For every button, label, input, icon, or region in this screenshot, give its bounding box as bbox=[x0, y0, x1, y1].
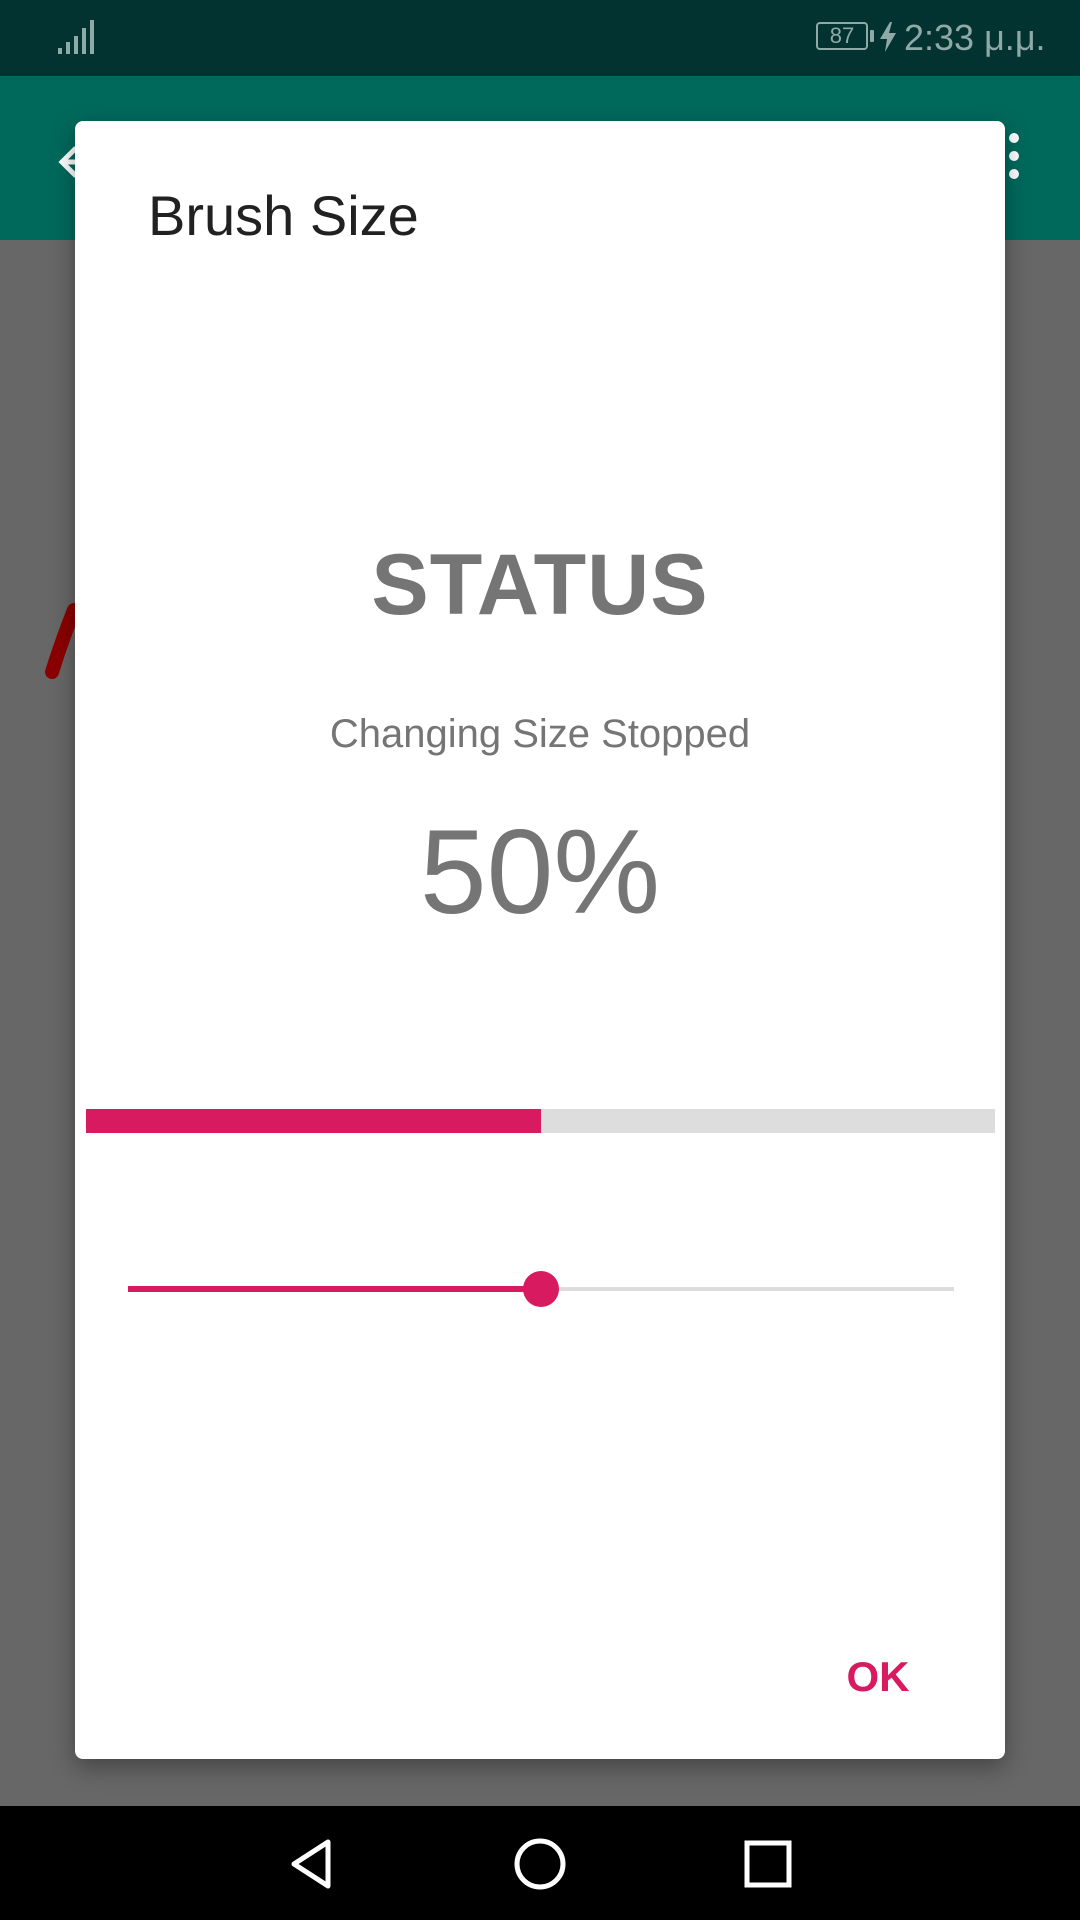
slider-active-track bbox=[128, 1286, 541, 1292]
clock: 2:33 μ.μ. bbox=[904, 17, 1046, 58]
ok-button[interactable]: OK bbox=[808, 1641, 948, 1713]
dialog-title: Brush Size bbox=[148, 184, 419, 247]
percent-value: 50% bbox=[419, 805, 661, 939]
charging-bolt-icon bbox=[880, 22, 896, 52]
battery-tip bbox=[870, 30, 874, 42]
status-message: Changing Size Stopped bbox=[329, 712, 751, 756]
signal-icon bbox=[58, 20, 94, 54]
battery-level: 87 bbox=[829, 23, 855, 48]
slider-thumb[interactable] bbox=[523, 1271, 559, 1307]
navigation-bar bbox=[0, 1806, 1080, 1920]
recents-square-icon[interactable] bbox=[740, 1836, 796, 1892]
brush-size-slider[interactable] bbox=[128, 1267, 954, 1311]
progress-bar bbox=[86, 1109, 995, 1133]
home-circle-icon[interactable] bbox=[512, 1836, 568, 1892]
back-triangle-icon[interactable] bbox=[284, 1836, 340, 1892]
progress-fill bbox=[86, 1109, 541, 1133]
status-heading: STATUS bbox=[371, 537, 709, 633]
brush-size-dialog: Brush Size STATUS Changing Size Stopped … bbox=[75, 121, 1005, 1759]
battery-icon: 87 bbox=[816, 22, 868, 50]
status-bar: 87 2:33 μ.μ. bbox=[0, 0, 1080, 76]
